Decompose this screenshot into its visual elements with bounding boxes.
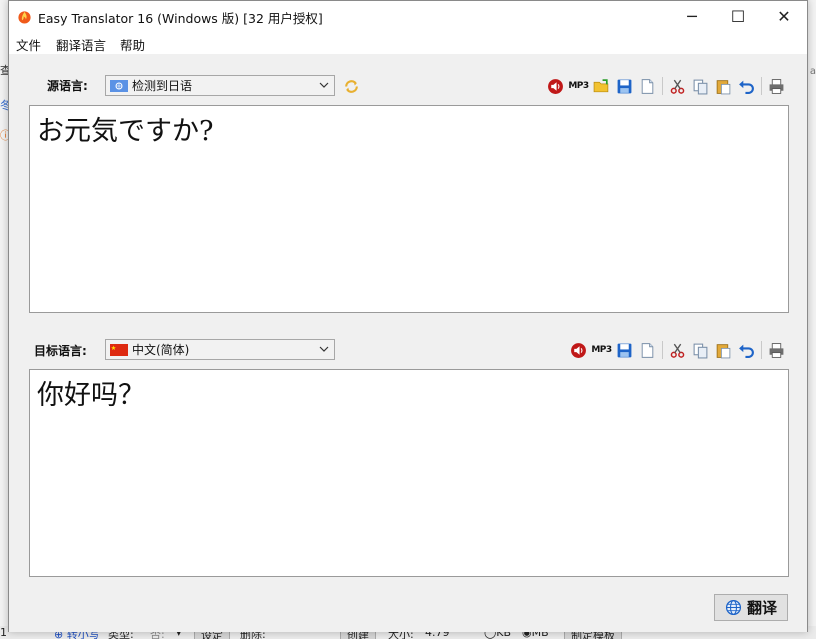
floppy-disk-icon (617, 343, 632, 357)
speaker-icon (548, 78, 563, 94)
maximize-button[interactable]: ☐ (715, 1, 761, 32)
toolbar-separator (662, 77, 663, 95)
toolbar-separator (662, 341, 663, 359)
blank-page-icon (641, 342, 654, 358)
mp3-label: MP3 (591, 345, 612, 355)
cut-button[interactable] (666, 339, 689, 361)
copy-icon (693, 343, 708, 358)
source-language-label: 源语言: (47, 79, 88, 93)
toolbar-separator (761, 77, 762, 95)
translate-button-label: 翻译 (746, 599, 777, 617)
cut-button[interactable] (666, 75, 689, 97)
speak-target-button[interactable] (567, 339, 590, 361)
target-language-select[interactable]: 中文(简体) (105, 339, 335, 360)
floppy-disk-icon (617, 79, 632, 93)
print-button[interactable] (765, 339, 788, 361)
blank-page-icon (641, 78, 654, 94)
new-document-button[interactable] (636, 339, 659, 361)
paste-button[interactable] (712, 339, 735, 361)
new-document-button[interactable] (636, 75, 659, 97)
mp3-export-button[interactable]: MP3 (567, 75, 590, 97)
target-language-label: 目标语言: (34, 344, 87, 358)
refresh-icon (345, 79, 358, 93)
title-bar[interactable]: Easy Translator 16 (Windows 版) [32 用户授权]… (9, 1, 807, 32)
menu-file[interactable]: 文件 (16, 35, 41, 54)
source-text-area[interactable]: お元気ですか? (29, 105, 789, 313)
minimize-button[interactable]: ─ (669, 1, 715, 32)
translate-button[interactable]: 翻译 (714, 594, 788, 621)
save-button[interactable] (613, 339, 636, 361)
scissors-icon (670, 79, 685, 94)
printer-icon (769, 342, 784, 358)
target-toolbar: MP3 (567, 339, 788, 361)
menu-translation-language[interactable]: 翻译语言 (56, 35, 106, 54)
china-flag-icon (110, 343, 128, 356)
menu-bar: 文件 翻译语言 帮助 (9, 32, 807, 54)
client-area: 源语言: 检测到日语 MP3 お元気ですか? 目标语言: 中文(简体) MP3 … (9, 54, 807, 632)
swap-languages-button[interactable] (340, 75, 363, 97)
print-button[interactable] (765, 75, 788, 97)
window-title: Easy Translator 16 (Windows 版) [32 用户授权] (38, 11, 323, 26)
clipboard-icon (716, 79, 731, 94)
undo-icon (739, 80, 754, 94)
close-button[interactable]: ✕ (761, 1, 807, 32)
chevron-down-icon (319, 346, 329, 352)
target-text-area[interactable]: 你好吗？ (29, 369, 789, 577)
target-language-value: 中文(简体) (132, 343, 190, 357)
speak-source-button[interactable] (544, 75, 567, 97)
paste-button[interactable] (712, 75, 735, 97)
mp3-label: MP3 (568, 81, 589, 91)
source-toolbar: MP3 (544, 75, 788, 97)
printer-icon (769, 78, 784, 94)
open-folder-icon (593, 78, 609, 92)
toolbar-separator (761, 341, 762, 359)
speaker-icon (571, 342, 586, 358)
scissors-icon (670, 343, 685, 358)
app-flame-icon (18, 11, 31, 24)
undo-button[interactable] (735, 339, 758, 361)
un-flag-icon (110, 79, 128, 92)
chevron-down-icon (319, 82, 329, 88)
undo-button[interactable] (735, 75, 758, 97)
mp3-export-button[interactable]: MP3 (590, 339, 613, 361)
clipboard-icon (716, 343, 731, 358)
background-app-right: a (808, 0, 816, 639)
background-fragment: a (809, 66, 816, 77)
copy-button[interactable] (689, 339, 712, 361)
background-fragment: 1 (0, 626, 7, 639)
undo-icon (739, 344, 754, 358)
source-language-value: 检测到日语 (132, 79, 193, 93)
open-file-button[interactable] (590, 75, 613, 97)
globe-icon (725, 599, 742, 616)
save-button[interactable] (613, 75, 636, 97)
copy-button[interactable] (689, 75, 712, 97)
menu-help[interactable]: 帮助 (120, 35, 145, 54)
translator-window: Easy Translator 16 (Windows 版) [32 用户授权]… (8, 0, 808, 632)
copy-icon (693, 79, 708, 94)
source-language-select[interactable]: 检测到日语 (105, 75, 335, 96)
